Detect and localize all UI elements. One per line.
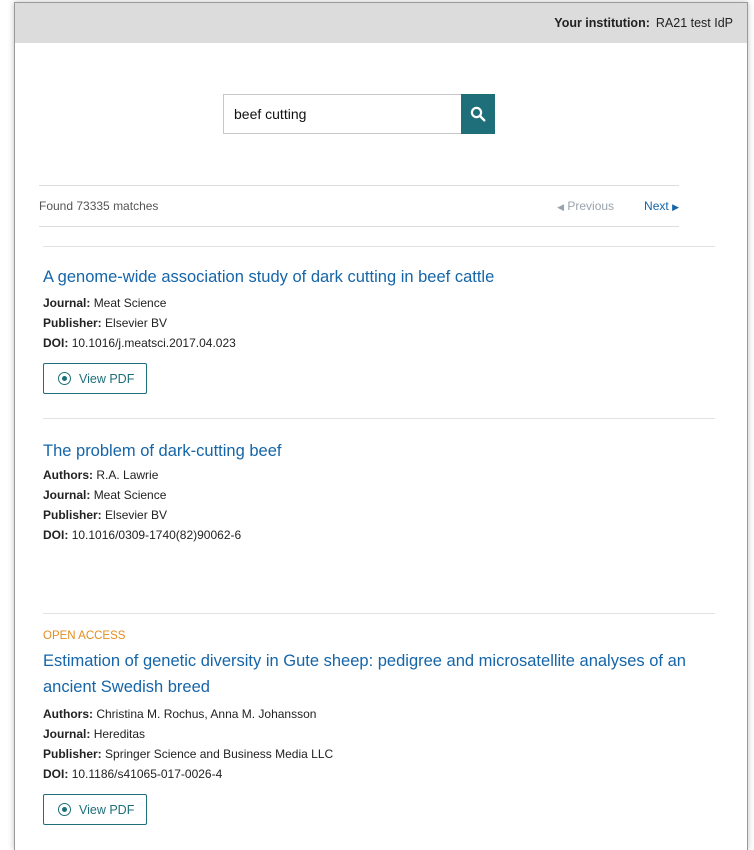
results-count: Found 73335 matches — [39, 199, 159, 213]
doi-label: DOI: — [43, 767, 69, 781]
result-doi: DOI: 10.1016/j.meatsci.2017.04.023 — [43, 333, 743, 353]
search-input[interactable] — [223, 94, 461, 134]
triangle-left-icon: ◀ — [557, 202, 565, 212]
previous-label: Previous — [567, 199, 615, 213]
journal-label: Journal: — [43, 488, 91, 502]
result-title-link[interactable]: Estimation of genetic diversity in Gute … — [43, 648, 743, 700]
search-button[interactable] — [461, 94, 495, 134]
result-doi: DOI: 10.1016/0309-1740(82)90062-6 — [43, 525, 743, 545]
result-item: A genome-wide association study of dark … — [43, 265, 743, 394]
institution-bar: Your institution: RA21 test IdP — [15, 3, 747, 43]
authors-value: R.A. Lawrie — [96, 468, 159, 482]
publisher-label: Publisher: — [43, 316, 102, 330]
result-publisher: Publisher: Springer Science and Business… — [43, 744, 743, 764]
authors-label: Authors: — [43, 707, 93, 721]
results-bar: Found 73335 matches ◀ Previous Next ▶ — [39, 185, 679, 227]
result-authors: Authors: Christina M. Rochus, Anna M. Jo… — [43, 704, 743, 724]
result-item: The problem of dark-cutting beef Authors… — [43, 439, 743, 545]
result-authors: Authors: R.A. Lawrie — [43, 465, 743, 485]
next-link[interactable]: Next ▶ — [644, 199, 679, 213]
authors-value: Christina M. Rochus, Anna M. Johansson — [96, 707, 317, 721]
authors-label: Authors: — [43, 468, 93, 482]
radio-icon — [58, 372, 71, 385]
divider — [43, 613, 715, 614]
result-doi: DOI: 10.1186/s41065-017-0026-4 — [43, 764, 743, 784]
journal-label: Journal: — [43, 296, 91, 310]
result-item: OPEN ACCESS Estimation of genetic divers… — [43, 628, 743, 825]
search-icon — [470, 106, 486, 122]
institution-value: RA21 test IdP — [655, 16, 733, 30]
publisher-label: Publisher: — [43, 747, 102, 761]
result-publisher: Publisher: Elsevier BV — [43, 505, 743, 525]
doi-value: 10.1016/0309-1740(82)90062-6 — [71, 528, 242, 542]
doi-label: DOI: — [43, 336, 69, 350]
browser-frame: Your institution: RA21 test IdP Found 73… — [14, 2, 748, 850]
publisher-value: Elsevier BV — [105, 316, 168, 330]
pagination: ◀ Previous Next ▶ — [557, 199, 679, 213]
journal-label: Journal: — [43, 727, 91, 741]
previous-link[interactable]: ◀ Previous — [557, 199, 614, 213]
journal-value: Meat Science — [93, 488, 167, 502]
radio-icon — [58, 803, 71, 816]
journal-value: Hereditas — [93, 727, 146, 741]
view-pdf-button[interactable]: View PDF — [43, 794, 148, 825]
institution-label: Your institution: — [554, 16, 650, 30]
doi-value: 10.1186/s41065-017-0026-4 — [71, 767, 223, 781]
result-journal: Journal: Meat Science — [43, 293, 743, 313]
result-journal: Journal: Hereditas — [43, 724, 743, 744]
search-form — [223, 94, 495, 134]
divider — [43, 246, 715, 247]
doi-label: DOI: — [43, 528, 69, 542]
view-pdf-button[interactable]: View PDF — [43, 363, 148, 394]
triangle-right-icon: ▶ — [672, 202, 679, 212]
publisher-value: Springer Science and Business Media LLC — [105, 747, 334, 761]
result-title-link[interactable]: A genome-wide association study of dark … — [43, 265, 743, 289]
publisher-label: Publisher: — [43, 508, 102, 522]
result-title-link[interactable]: The problem of dark-cutting beef — [43, 439, 743, 463]
result-publisher: Publisher: Elsevier BV — [43, 313, 743, 333]
doi-value: 10.1016/j.meatsci.2017.04.023 — [71, 336, 236, 350]
open-access-badge: OPEN ACCESS — [43, 630, 126, 642]
view-pdf-label: View PDF — [79, 802, 135, 817]
result-journal: Journal: Meat Science — [43, 485, 743, 505]
divider — [43, 418, 715, 419]
view-pdf-label: View PDF — [79, 371, 135, 386]
publisher-value: Elsevier BV — [105, 508, 168, 522]
journal-value: Meat Science — [93, 296, 167, 310]
next-label: Next — [644, 199, 669, 213]
